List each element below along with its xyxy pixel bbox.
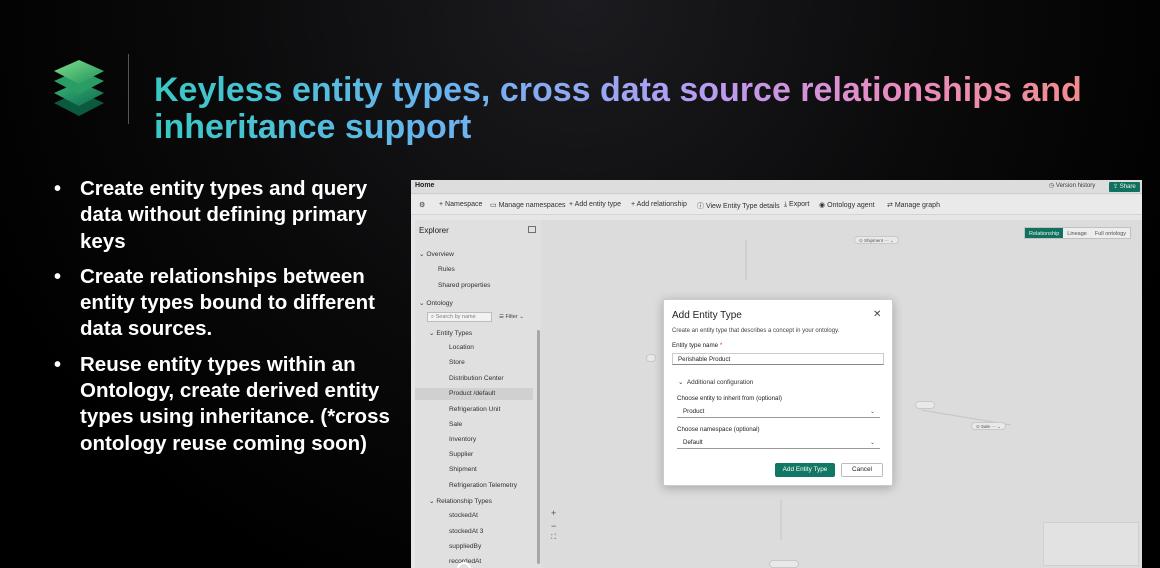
chevron-down-icon: ⌄ (869, 440, 875, 446)
required-mark: * (719, 342, 723, 349)
app-screenshot: Home ◷ Version history ⇪ Share ⚙ + Names… (411, 180, 1142, 568)
field-label: Entity type name (672, 342, 719, 349)
slide-title: Keyless entity types, cross data source … (154, 72, 1134, 146)
select-value: Product (683, 408, 705, 415)
bullet-text: Create relationships between entity type… (80, 264, 375, 341)
entity-type-name-input[interactable]: Perishable Product (672, 353, 884, 365)
bullet-text: Reuse entity types within an Ontology, c… (80, 352, 390, 455)
add-entity-type-button[interactable]: Add Entity Type (775, 463, 835, 477)
inherit-from-select[interactable]: Product ⌄ (677, 406, 880, 418)
bullet-glyph: • (54, 265, 62, 288)
dialog-description: Create an entity type that describes a c… (672, 328, 840, 334)
layered-stack-icon (54, 60, 104, 116)
namespace-label: Choose namespace (optional) (677, 426, 760, 433)
bullet-glyph: • (54, 353, 62, 376)
bullet-list: • Create entity types and query data wit… (54, 176, 394, 466)
bullet-glyph: • (54, 178, 62, 200)
add-entity-type-dialog: Add Entity Type ✕ Create an entity type … (663, 299, 893, 486)
chevron-down-icon: ⌄ (869, 409, 875, 415)
bullet-item: • Create entity types and query data wit… (54, 176, 394, 255)
close-icon[interactable]: ✕ (873, 309, 881, 320)
cancel-button[interactable]: Cancel (841, 463, 883, 477)
bullet-text: Create entity types and query data witho… (80, 177, 368, 253)
entity-type-name-label: Entity type name * (672, 342, 722, 349)
dialog-title: Add Entity Type (672, 310, 742, 321)
slide: Keyless entity types, cross data source … (0, 0, 1160, 568)
title-divider (128, 54, 129, 124)
bullet-item: • Create relationships between entity ty… (54, 264, 394, 343)
section-label: Additional configuration (686, 379, 754, 386)
select-value: Default (683, 439, 703, 446)
namespace-select[interactable]: Default ⌄ (677, 437, 880, 449)
additional-configuration-toggle[interactable]: ⌄ Additional configuration (678, 378, 753, 386)
bullet-item: • Reuse entity types within an Ontology,… (54, 352, 394, 457)
inherit-from-label: Choose entity to inherit from (optional) (677, 395, 782, 402)
